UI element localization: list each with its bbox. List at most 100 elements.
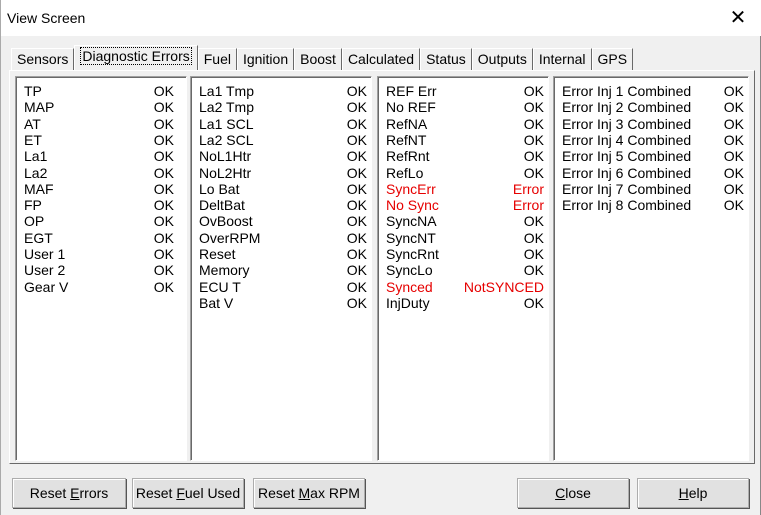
tab-calculated[interactable]: Calculated [341, 48, 421, 70]
tab-internal[interactable]: Internal [532, 48, 592, 70]
diagnostic-status: OK [723, 99, 744, 116]
diagnostic-row: La1 Tmp OK [199, 83, 367, 99]
diagnostic-row: Error Inj 7 Combined OK [562, 181, 744, 197]
diagnostic-label: Bat V [199, 294, 234, 311]
diagnostic-row: Error Inj 5 Combined OK [562, 148, 744, 164]
close-icon[interactable]: ✕ [723, 4, 753, 32]
diagnostic-label: Reset [199, 246, 236, 262]
diagnostic-row: La2 SCL OK [199, 132, 367, 148]
diagnostic-status: OK [153, 164, 174, 181]
reset-max-rpm-button[interactable]: Reset Max RPM [253, 478, 365, 508]
diagnostic-column-sync: REF Err OK No REF OK RefNA OK RefNT OK RefRnt OK R… [377, 76, 549, 461]
diagnostic-status: OK [153, 246, 174, 262]
diagnostic-status: OK [346, 164, 367, 181]
diagnostic-status: OK [153, 99, 174, 116]
diagnostic-label: Synced [386, 278, 433, 295]
diagnostic-row: FP OK [24, 197, 174, 213]
diagnostic-status: OK [153, 262, 174, 279]
tab-label: Boost [300, 51, 336, 67]
diagnostic-label: TP [24, 83, 42, 99]
diagnostic-label: MAF [24, 180, 54, 197]
diagnostic-label: La1 [24, 148, 48, 165]
diagnostic-row: La2 OK [24, 165, 174, 181]
diagnostic-label: REF Err [386, 83, 437, 99]
diagnostic-status: OK [523, 229, 544, 246]
diagnostic-row: ET OK [24, 132, 174, 148]
diagnostic-label: MAP [24, 99, 55, 116]
diagnostic-status: OK [153, 180, 174, 197]
tab-label: Ignition [242, 51, 289, 67]
diagnostic-row: DeltBat OK [199, 197, 367, 213]
diagnostic-row: SyncNA OK [386, 213, 544, 229]
help-button[interactable]: Help [637, 478, 749, 508]
diagnostic-label: User 2 [24, 262, 66, 279]
diagnostic-status: OK [153, 115, 174, 132]
diagnostic-status: OK [346, 180, 367, 197]
tab-label: GPS [597, 51, 628, 67]
diagnostic-status: OK [723, 197, 744, 214]
diagnostic-row: Error Inj 4 Combined OK [562, 132, 744, 148]
reset-fuel-used-button[interactable]: Reset Fuel Used [132, 478, 244, 508]
diagnostic-status: OK [523, 131, 544, 148]
diagnostic-row: Memory OK [199, 262, 367, 278]
tab-label: Diagnostic Errors [80, 47, 192, 65]
diagnostic-row: Error Inj 1 Combined OK [562, 83, 744, 99]
diagnostic-status: OK [723, 180, 744, 197]
diagnostic-status: NotSYNCED [463, 278, 544, 295]
tab-fuel[interactable]: Fuel [197, 48, 237, 70]
diagnostic-label: La1 Tmp [199, 83, 254, 99]
diagnostic-row: No REF OK [386, 99, 544, 115]
diagnostic-status: OK [346, 213, 367, 230]
diagnostic-status: OK [346, 99, 367, 116]
tab-boost[interactable]: Boost [294, 48, 342, 70]
close-button[interactable]: Close [517, 478, 629, 508]
diagnostic-status: OK [723, 83, 744, 99]
tab-sensors[interactable]: Sensors [11, 48, 75, 70]
diagnostic-label: No Sync [386, 197, 439, 214]
diagnostic-column-injectors: Error Inj 1 Combined OK Error Inj 2 Combin… [553, 76, 749, 461]
diagnostic-row: RefLo OK [386, 165, 544, 181]
tab-gps[interactable]: GPS [591, 48, 634, 70]
tab-diagnostic-errors[interactable]: Diagnostic Errors [74, 45, 198, 70]
title-bar: View Screen ✕ [1, 0, 761, 36]
diagnostic-status: OK [346, 115, 367, 132]
diagnostic-status: OK [153, 229, 174, 246]
diagnostic-status: OK [723, 131, 744, 148]
diagnostic-row: La2 Tmp OK [199, 99, 367, 115]
diagnostic-status: OK [153, 131, 174, 148]
diagnostic-label: OverRPM [199, 229, 261, 246]
diagnostic-label: Error Inj 6 Combined [562, 164, 692, 181]
diagnostic-row: SyncErr Error [386, 181, 544, 197]
diagnostic-label: Error Inj 2 Combined [562, 99, 692, 116]
diagnostic-row: RefNA OK [386, 116, 544, 132]
diagnostic-label: RefNT [386, 131, 427, 148]
diagnostic-label: NoL2Htr [199, 164, 252, 181]
diagnostic-label: DeltBat [199, 197, 245, 214]
diagnostic-row: MAF OK [24, 181, 174, 197]
tab-label: Status [426, 51, 466, 67]
diagnostic-status: OK [346, 278, 367, 295]
diagnostic-status: OK [523, 213, 544, 230]
diagnostic-label: Error Inj 1 Combined [562, 83, 692, 99]
diagnostic-label: La2 SCL [199, 131, 254, 148]
diagnostic-status: OK [346, 294, 367, 311]
tab-status[interactable]: Status [420, 48, 472, 70]
tab-ignition[interactable]: Ignition [236, 48, 295, 70]
diagnostic-status: OK [346, 246, 367, 262]
diagnostic-status: OK [523, 83, 544, 99]
tab-label: Sensors [17, 51, 69, 67]
diagnostic-label: User 1 [24, 246, 66, 262]
diagnostic-status: OK [523, 164, 544, 181]
diagnostic-label: RefNA [386, 115, 428, 132]
diagnostic-status: OK [523, 246, 544, 262]
diagnostic-status: OK [346, 197, 367, 214]
tab-outputs[interactable]: Outputs [471, 48, 533, 70]
diagnostic-status: OK [346, 148, 367, 165]
diagnostic-status: OK [523, 294, 544, 311]
diagnostic-status: OK [153, 83, 174, 99]
diagnostic-label: SyncLo [386, 262, 433, 279]
reset-errors-button[interactable]: Reset Errors [12, 478, 126, 508]
diagnostic-row: InjDuty OK [386, 295, 544, 311]
diagnostic-status: OK [723, 115, 744, 132]
diagnostic-label: ET [24, 131, 42, 148]
